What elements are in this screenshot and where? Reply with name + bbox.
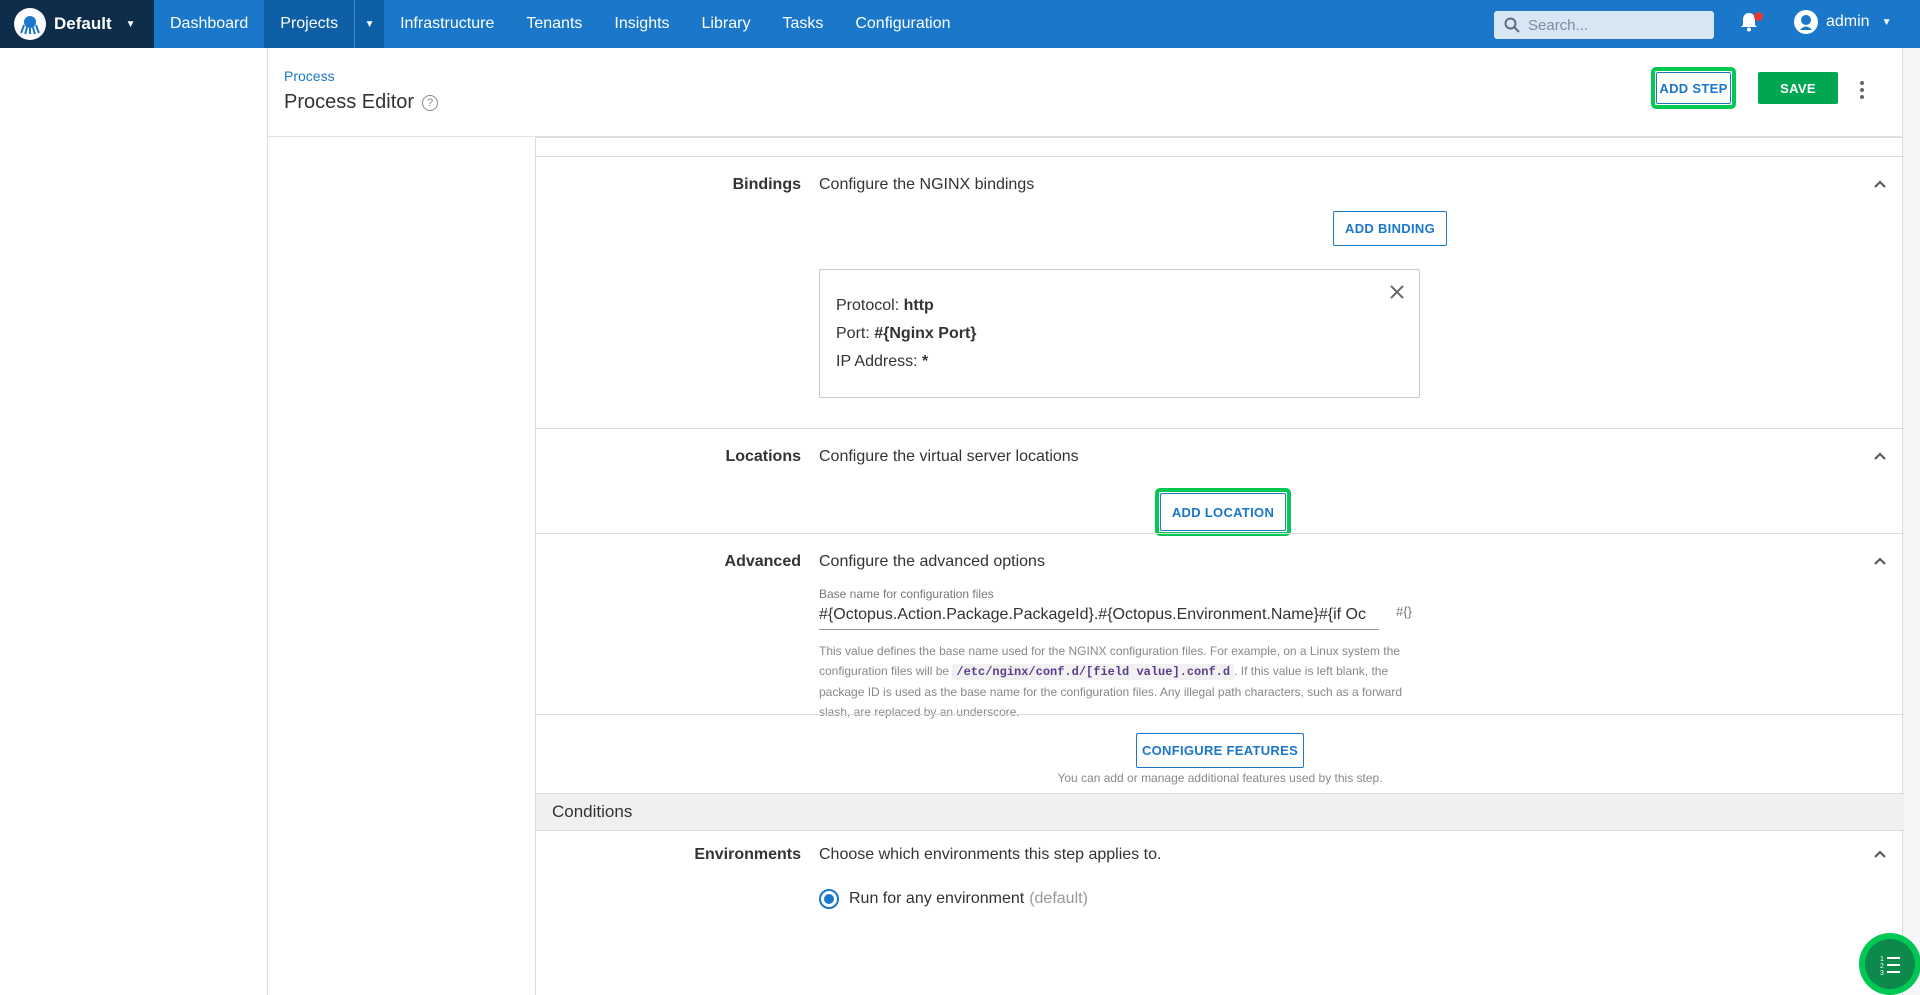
nav-infrastructure[interactable]: Infrastructure — [384, 0, 510, 48]
binding-ip: IP Address: * — [836, 348, 1403, 376]
page-title: Process Editor ? — [284, 91, 439, 114]
left-gutter — [0, 48, 267, 995]
space-switcher[interactable]: Default ▼ — [0, 0, 154, 48]
close-icon[interactable] — [1389, 284, 1405, 300]
svg-text:1: 1 — [1880, 956, 1884, 963]
binding-card[interactable]: Protocol: http Port: #{Nginx Port} IP Ad… — [819, 269, 1420, 398]
divider — [536, 137, 1904, 138]
section-label-environments: Environments — [694, 846, 801, 863]
binding-protocol: Protocol: http — [836, 292, 1403, 320]
help-icon[interactable]: ? — [422, 94, 439, 111]
projects-dropdown-button[interactable]: ▼ — [354, 0, 385, 48]
numbered-list-icon: 1 2 3 — [1880, 956, 1900, 976]
chevron-down-icon: ▼ — [364, 18, 375, 30]
divider — [536, 714, 1904, 715]
step-list-fab[interactable]: 1 2 3 — [1865, 939, 1915, 989]
conditions-header: Conditions — [536, 793, 1904, 831]
variable-icon[interactable]: #{} — [1396, 604, 1412, 619]
step-editor: Bindings Configure the NGINX bindings AD… — [535, 137, 1904, 995]
port-key: Port: — [836, 325, 870, 342]
breadcrumb[interactable]: Process — [284, 68, 335, 84]
search-input[interactable]: Search... — [1494, 11, 1714, 39]
octopus-logo-icon — [14, 8, 46, 40]
ip-key: IP Address: — [836, 353, 918, 370]
chevron-up-icon[interactable] — [1873, 177, 1887, 191]
chevron-up-icon[interactable] — [1873, 449, 1887, 463]
page-header: Process Process Editor ? ADD STEP SAVE — [268, 48, 1902, 137]
section-description-advanced: Configure the advanced options — [819, 553, 1045, 570]
protocol-key: Protocol: — [836, 297, 900, 314]
nav-tasks[interactable]: Tasks — [766, 0, 839, 48]
add-binding-button[interactable]: ADD BINDING — [1333, 211, 1447, 246]
chevron-down-icon: ▼ — [125, 18, 136, 30]
divider — [536, 428, 1904, 429]
base-name-input[interactable]: #{Octopus.Action.Package.PackageId}.#{Oc… — [819, 602, 1379, 630]
divider — [536, 156, 1904, 157]
search-icon — [1504, 17, 1520, 33]
section-label-advanced: Advanced — [724, 553, 801, 570]
user-menu[interactable]: admin ▼ — [1794, 10, 1891, 34]
section-label-locations: Locations — [725, 448, 801, 465]
nav-projects[interactable]: Projects — [264, 0, 355, 48]
radio-label: Run for any environment — [849, 890, 1025, 907]
notification-dot — [1754, 12, 1763, 21]
help-code: /etc/nginx/conf.d/[field value].conf.d — [952, 664, 1235, 680]
search-placeholder: Search... — [1528, 16, 1589, 34]
conditions-title: Conditions — [552, 802, 633, 821]
svg-text:2: 2 — [1880, 963, 1884, 970]
base-name-label: Base name for configuration files — [819, 587, 994, 601]
nav-library[interactable]: Library — [686, 0, 767, 48]
nav-tenants[interactable]: Tenants — [510, 0, 598, 48]
chevron-up-icon[interactable] — [1873, 847, 1887, 861]
section-label-bindings: Bindings — [732, 176, 801, 193]
space-name: Default — [54, 14, 112, 33]
nav-insights[interactable]: Insights — [598, 0, 685, 48]
divider — [536, 533, 1904, 534]
add-step-button[interactable]: ADD STEP — [1656, 72, 1731, 104]
section-description-bindings: Configure the NGINX bindings — [819, 176, 1035, 193]
svg-text:3: 3 — [1880, 970, 1884, 976]
user-name: admin — [1826, 13, 1870, 30]
radio-button[interactable] — [819, 889, 839, 909]
section-description-environments: Choose which environments this step appl… — [819, 846, 1162, 863]
radio-suffix: (default) — [1029, 890, 1088, 907]
nav-configuration[interactable]: Configuration — [839, 0, 966, 48]
process-editor-panel: Process Process Editor ? ADD STEP SAVE B… — [267, 48, 1904, 995]
avatar — [1794, 10, 1818, 34]
more-vert-icon[interactable] — [1860, 81, 1864, 102]
chevron-up-icon[interactable] — [1873, 554, 1887, 568]
chevron-down-icon: ▼ — [1881, 16, 1892, 28]
ip-value: * — [921, 353, 929, 370]
add-location-button[interactable]: ADD LOCATION — [1160, 493, 1286, 531]
port-value: #{Nginx Port} — [874, 325, 977, 342]
protocol-value: http — [903, 297, 934, 314]
section-description-locations: Configure the virtual server locations — [819, 448, 1079, 465]
binding-port: Port: #{Nginx Port} — [836, 320, 1403, 348]
configure-features-button[interactable]: CONFIGURE FEATURES — [1136, 733, 1304, 768]
save-button[interactable]: SAVE — [1758, 72, 1838, 104]
radio-any-environment[interactable]: Run for any environment (default) — [819, 889, 1088, 909]
features-note: You can add or manage additional feature… — [1057, 771, 1383, 785]
nav-dashboard[interactable]: Dashboard — [154, 0, 264, 48]
page-title-text: Process Editor — [284, 91, 415, 113]
base-name-help: This value defines the base name used fo… — [819, 641, 1421, 722]
